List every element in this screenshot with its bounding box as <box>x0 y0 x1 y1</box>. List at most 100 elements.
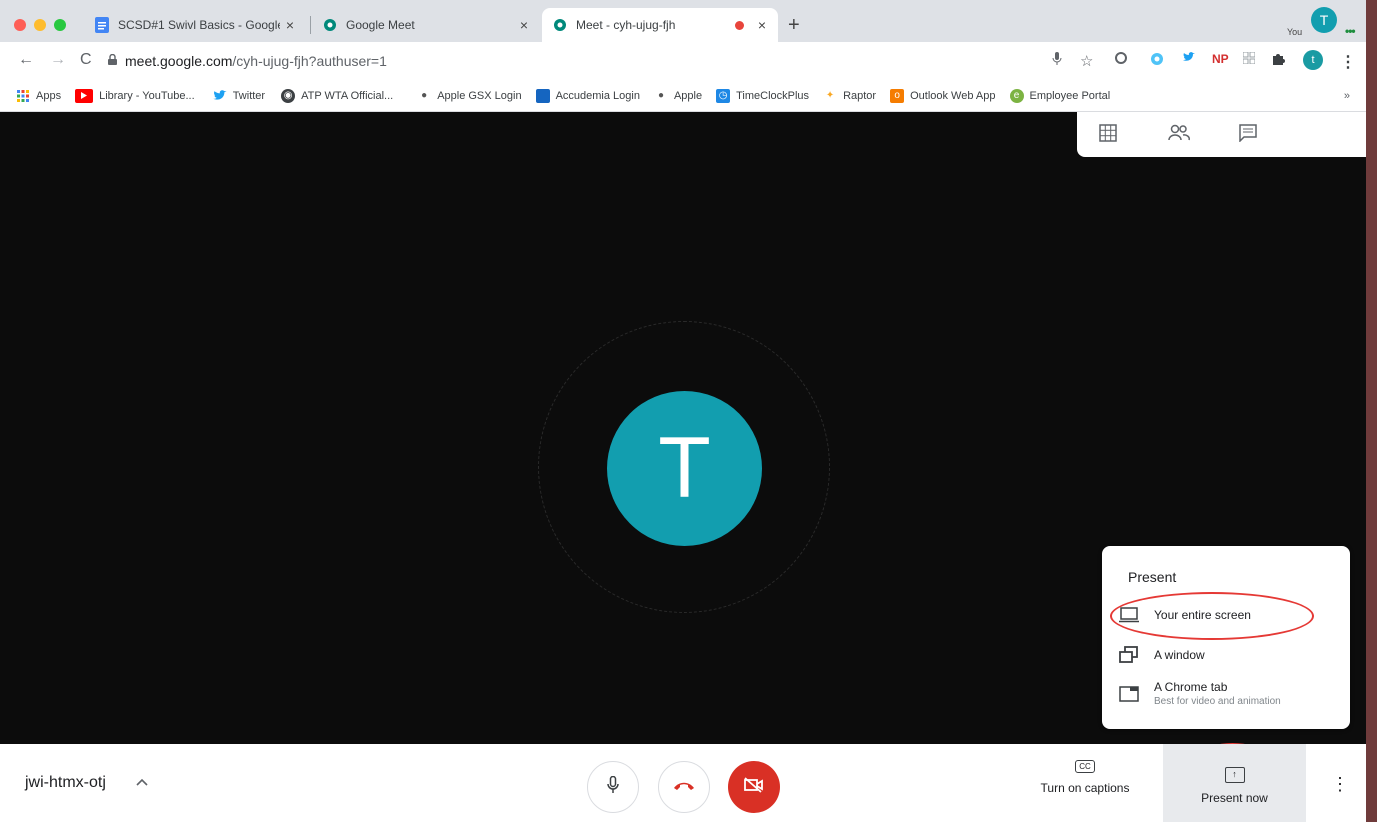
bookmark-label: Employee Portal <box>1029 89 1111 102</box>
browser-toolbar: ← → C meet.google.com/cyh-ujug-fjh?authu… <box>0 42 1366 80</box>
option-label: A window <box>1154 648 1205 662</box>
hang-up-icon <box>673 778 695 796</box>
extension-circle-icon[interactable] <box>1115 52 1127 64</box>
bookmark-label: Apple GSX Login <box>437 89 522 102</box>
back-arrow-icon[interactable]: ← <box>18 51 34 69</box>
tab-divider <box>310 16 311 34</box>
timeclock-icon: ◷ <box>716 88 731 103</box>
bookmark-label: Apps <box>36 89 62 102</box>
window-close-button[interactable] <box>14 19 26 31</box>
window-icon <box>1118 646 1140 664</box>
bookmark-star-icon[interactable]: ☆ <box>1080 52 1093 70</box>
bookmarks-overflow-button[interactable]: » <box>1344 90 1350 102</box>
meet-bottom-bar: jwi-htmx-otj CC Turn on captions ↑ Prese… <box>0 744 1366 822</box>
recording-indicator-icon <box>735 20 744 30</box>
accudemia-icon <box>535 88 550 103</box>
meet-top-right-panel <box>1077 112 1366 157</box>
bookmark-label: Twitter <box>232 89 266 102</box>
meeting-code[interactable]: jwi-htmx-otj <box>25 774 106 792</box>
bookmark-accudemia[interactable]: Accudemia Login <box>535 88 640 103</box>
bookmark-youtube-library[interactable]: Library - YouTube... <box>75 88 195 103</box>
more-self-options-icon[interactable]: ••• <box>1345 24 1356 38</box>
outlook-icon: o <box>890 88 905 103</box>
bookmark-label: Apple <box>673 89 703 102</box>
more-options-icon[interactable]: ⋮ <box>1331 774 1349 795</box>
puzzle-extensions-icon[interactable] <box>1272 52 1285 65</box>
twitter-extension-icon[interactable] <box>1183 52 1195 62</box>
bookmark-twitter[interactable]: Twitter <box>213 89 265 103</box>
bookmark-apps[interactable]: Apps <box>16 89 61 103</box>
tab-google-meet[interactable]: Google Meet × <box>312 8 540 42</box>
np-extension-icon[interactable]: NP <box>1212 52 1229 66</box>
option-sublabel: Best for video and animation <box>1154 696 1281 707</box>
present-menu: Present Your entire screen A window A Ch… <box>1102 546 1350 729</box>
grid-extension-icon[interactable] <box>1243 52 1255 64</box>
monitor-icon <box>1118 606 1140 624</box>
meet-icon <box>322 17 338 33</box>
lock-icon <box>108 53 117 68</box>
tile-layout-icon[interactable] <box>1099 124 1117 147</box>
docs-icon <box>94 17 110 33</box>
window-zoom-button[interactable] <box>54 19 66 31</box>
option-label: Your entire screen <box>1154 608 1251 622</box>
chevron-up-icon[interactable] <box>136 774 148 789</box>
bookmark-apple-gsx[interactable]: ● Apple GSX Login <box>417 89 521 103</box>
microphone-icon <box>607 775 619 799</box>
bookmark-timeclockplus[interactable]: ◷ TimeClockPlus <box>716 88 809 103</box>
address-bar[interactable]: meet.google.com/cyh-ujug-fjh?authuser=1 <box>108 47 1108 75</box>
microphone-icon[interactable] <box>1052 52 1062 66</box>
browser-menu-icon[interactable]: ⋮ <box>1340 52 1356 72</box>
captions-label: Turn on captions <box>1040 781 1130 795</box>
present-screen-icon: ↑ <box>1224 767 1245 783</box>
tab-title: Google Meet <box>346 18 415 32</box>
turn-on-captions-button[interactable]: CC Turn on captions <box>1030 758 1140 795</box>
bookmark-raptor[interactable]: ✦ Raptor <box>823 89 876 103</box>
present-now-label: Present now <box>1201 791 1268 805</box>
bookmark-label: Library - YouTube... <box>99 89 195 102</box>
globe-icon: ◉ <box>281 88 296 103</box>
meet-icon <box>552 17 568 33</box>
forward-arrow-icon[interactable]: → <box>50 51 66 69</box>
option-label: A Chrome tab <box>1154 680 1228 694</box>
portal-icon: e <box>1009 88 1024 103</box>
chat-icon[interactable] <box>1239 124 1257 147</box>
tab-meet-active[interactable]: Meet - cyh-ujug-fjh × <box>542 8 778 42</box>
bookmark-atp-wta[interactable]: ◉ ATP WTA Official... <box>281 88 394 103</box>
url-path: /cyh-ujug-fjh?authuser=1 <box>232 53 387 69</box>
apple-icon: ● <box>657 90 664 101</box>
tab-close-icon[interactable]: × <box>514 17 534 33</box>
url-host: meet.google.com <box>125 53 233 69</box>
microphone-toggle-button[interactable] <box>587 761 639 813</box>
bookmark-outlook[interactable]: o Outlook Web App <box>890 88 996 103</box>
profile-avatar[interactable]: t <box>1303 50 1323 70</box>
camera-off-icon <box>744 776 764 798</box>
reload-icon[interactable]: C <box>80 51 92 69</box>
bookmark-label: ATP WTA Official... <box>301 89 394 102</box>
extension-search-icon[interactable] <box>1150 52 1164 66</box>
present-now-button[interactable]: ↑ Present now <box>1163 744 1306 822</box>
chrome-tab-icon <box>1118 685 1140 703</box>
bookmark-label: Raptor <box>843 89 877 102</box>
self-view-label: You <box>1287 27 1303 37</box>
new-tab-button[interactable]: + <box>788 14 800 37</box>
present-menu-title: Present <box>1128 569 1177 585</box>
tab-swivl-basics[interactable]: SCSD#1 Swivl Basics - Google × <box>84 8 306 42</box>
bookmark-employee-portal[interactable]: e Employee Portal <box>1009 88 1111 103</box>
self-view-avatar[interactable]: T <box>1311 7 1337 33</box>
tab-title: SCSD#1 Swivl Basics - Google <box>118 18 280 32</box>
bookmarks-bar: Apps Library - YouTube... Twitter ◉ ATP W… <box>0 80 1366 112</box>
bookmark-apple[interactable]: ● Apple <box>654 89 702 103</box>
desktop-background-edge <box>1366 0 1377 822</box>
present-window-option[interactable]: A window <box>1118 646 1338 664</box>
tab-close-icon[interactable]: × <box>752 17 772 33</box>
tab-close-icon[interactable]: × <box>280 17 300 33</box>
bookmark-label: Outlook Web App <box>910 89 996 102</box>
camera-toggle-button[interactable] <box>728 761 780 813</box>
closed-captions-icon: CC <box>1075 760 1095 773</box>
youtube-icon <box>75 88 94 103</box>
participants-icon[interactable] <box>1168 124 1190 147</box>
window-minimize-button[interactable] <box>34 19 46 31</box>
present-entire-screen-option[interactable]: Your entire screen <box>1118 606 1338 624</box>
present-chrome-tab-option[interactable]: A Chrome tab Best for video and animatio… <box>1118 680 1338 707</box>
leave-call-button[interactable] <box>658 761 710 813</box>
